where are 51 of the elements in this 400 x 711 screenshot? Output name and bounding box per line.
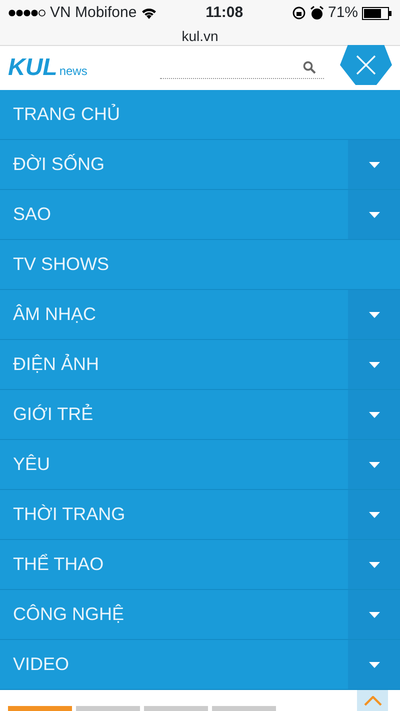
tab[interactable] xyxy=(144,706,208,711)
dropdown-toggle[interactable] xyxy=(348,440,400,489)
rotation-lock-icon xyxy=(292,6,306,20)
close-icon xyxy=(356,55,376,75)
caret-icon xyxy=(368,412,380,418)
caret-icon xyxy=(368,312,380,318)
signal-icon xyxy=(8,9,46,17)
menu-item[interactable]: THỂ THAO xyxy=(0,540,400,590)
caret-icon xyxy=(368,612,380,618)
url-text: kul.vn xyxy=(182,27,218,46)
menu-item[interactable]: ÂM NHẠC xyxy=(0,290,400,340)
dropdown-toggle[interactable] xyxy=(348,490,400,539)
dropdown-toggle[interactable] xyxy=(348,540,400,589)
menu-item[interactable]: GIỚI TRẺ xyxy=(0,390,400,440)
dropdown-toggle[interactable] xyxy=(348,590,400,639)
logo-subtitle: news xyxy=(59,63,88,80)
caret-icon xyxy=(368,462,380,468)
carrier-name: VN Mobifone xyxy=(50,2,137,23)
alarm-icon xyxy=(310,6,324,20)
menu-item[interactable]: YÊU xyxy=(0,440,400,490)
dropdown-toggle[interactable] xyxy=(348,340,400,389)
scroll-to-top-button[interactable] xyxy=(357,690,388,711)
menu-item[interactable]: CÔNG NGHỆ xyxy=(0,590,400,640)
battery-icon xyxy=(362,6,392,20)
menu-item[interactable]: TV SHOWS xyxy=(0,240,400,290)
dropdown-toggle[interactable] xyxy=(348,290,400,339)
menu-item[interactable]: ĐIỆN ẢNH xyxy=(0,340,400,390)
menu-item[interactable]: TRANG CHỦ xyxy=(0,90,400,140)
dropdown-toggle[interactable] xyxy=(348,640,400,689)
caret-icon xyxy=(368,662,380,668)
dropdown-toggle[interactable] xyxy=(348,390,400,439)
caret-icon xyxy=(368,362,380,368)
dropdown-toggle[interactable] xyxy=(348,140,400,189)
caret-icon xyxy=(368,512,380,518)
caret-icon xyxy=(368,212,380,218)
clock-time: 11:08 xyxy=(206,2,244,23)
search-icon[interactable] xyxy=(303,61,316,74)
menu-item[interactable]: THỜI TRANG xyxy=(0,490,400,540)
tab[interactable] xyxy=(212,706,276,711)
chevron-up-icon xyxy=(364,696,382,706)
tab[interactable] xyxy=(76,706,140,711)
dropdown-toggle[interactable] xyxy=(348,190,400,239)
menu-item[interactable]: SAO xyxy=(0,190,400,240)
caret-icon xyxy=(368,162,380,168)
tab[interactable] xyxy=(8,706,72,711)
menu-item[interactable]: VIDEO xyxy=(0,640,400,690)
caret-icon xyxy=(368,562,380,568)
wifi-icon xyxy=(140,7,157,19)
battery-percent: 71% xyxy=(328,2,358,23)
logo[interactable]: KUL xyxy=(8,56,58,80)
menu-item[interactable]: ĐỜI SỐNG xyxy=(0,140,400,190)
